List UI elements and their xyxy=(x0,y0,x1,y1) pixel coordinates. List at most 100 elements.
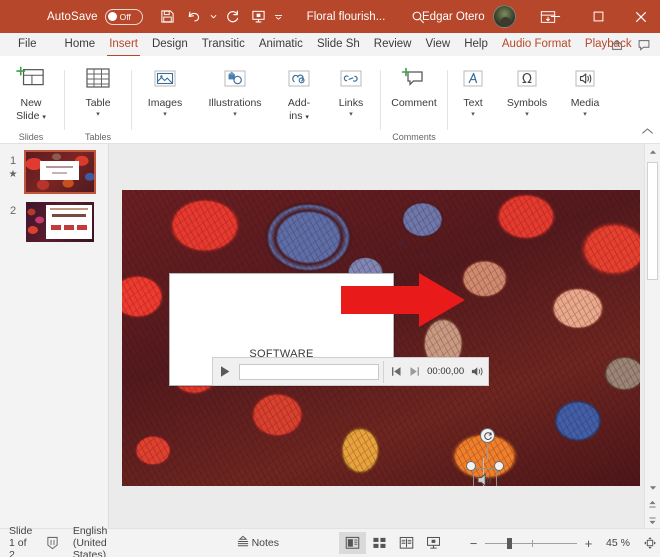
autosave-knob xyxy=(107,12,117,21)
collapse-ribbon-icon[interactable] xyxy=(641,127,654,139)
scrollbar-thumb[interactable] xyxy=(647,162,658,280)
accessibility-checker-icon[interactable] xyxy=(46,536,59,550)
language-label[interactable]: English (United States) xyxy=(73,525,122,557)
slide-thumbnail-panel[interactable]: 1 ★ 2 xyxy=(0,144,109,528)
new-slide-label-2: Slide ▾ xyxy=(16,109,46,122)
tab-file[interactable]: File xyxy=(11,34,44,56)
redo-icon[interactable] xyxy=(220,4,246,30)
illustrations-button[interactable]: Illustrations ▾ xyxy=(196,60,274,120)
comment-button[interactable]: Comment xyxy=(383,60,445,110)
text-button[interactable]: Text ▾ xyxy=(450,60,496,120)
view-reading[interactable] xyxy=(393,532,420,554)
view-normal[interactable] xyxy=(339,532,366,554)
view-slideshow[interactable] xyxy=(420,532,447,554)
symbols-label: Symbols xyxy=(506,97,548,109)
thumbnail-item-1[interactable]: 1 ★ xyxy=(0,150,108,194)
move-forward-button[interactable] xyxy=(406,366,424,377)
slide-stage[interactable]: SOFTWARE 00:00,00 xyxy=(109,144,660,528)
zoom-slider[interactable] xyxy=(485,537,577,549)
zoom-level-label[interactable]: 45 % xyxy=(606,537,640,549)
save-icon[interactable] xyxy=(155,4,181,30)
scrollbar-bottom-controls xyxy=(645,480,660,528)
next-slide-button[interactable] xyxy=(645,512,660,528)
ribbon-group-label-slides: Slides xyxy=(18,132,44,142)
play-button[interactable] xyxy=(213,365,237,378)
tab-audio-format[interactable]: Audio Format xyxy=(495,34,578,56)
autosave-toggle[interactable]: Off xyxy=(104,8,143,25)
autosave-label: AutoSave xyxy=(47,10,98,23)
symbols-icon: Ω xyxy=(511,63,543,95)
start-presentation-icon[interactable] xyxy=(246,4,272,30)
tab-animations[interactable]: Animatiс xyxy=(252,34,310,56)
move-back-button[interactable] xyxy=(388,366,406,377)
customize-quick-access-icon[interactable] xyxy=(272,4,285,30)
resize-handle-top-left[interactable] xyxy=(466,461,476,471)
add-ins-button[interactable]: Add- ins ▾ xyxy=(274,60,324,124)
table-label: Table xyxy=(85,97,111,109)
minimize-button[interactable] xyxy=(535,0,576,33)
tab-home[interactable]: Home xyxy=(58,34,103,56)
tab-slide-show[interactable]: Slide Sh xyxy=(310,34,367,56)
zoom-out-button[interactable]: − xyxy=(465,536,482,551)
scroll-up-button[interactable] xyxy=(645,144,660,160)
new-slide-button[interactable]: New Slide ▾ xyxy=(0,60,62,124)
zoom-in-button[interactable]: + xyxy=(580,536,597,551)
title-bar: AutoSave Off Floral flourish... Edgar Ot… xyxy=(0,0,660,33)
media-playbar[interactable]: 00:00,00 xyxy=(212,357,489,386)
table-caret-icon[interactable]: ▾ xyxy=(96,110,100,120)
thumbnail-item-2[interactable]: 2 xyxy=(0,202,108,242)
share-icon[interactable] xyxy=(604,35,629,55)
comments-icon[interactable] xyxy=(631,35,656,55)
tab-view[interactable]: View xyxy=(419,34,458,56)
undo-dropdown-caret-icon[interactable] xyxy=(207,4,220,30)
ribbon: New Slide ▾ Slides Table ▾ Tables Images… xyxy=(0,56,660,144)
links-button[interactable]: Links ▾ xyxy=(324,60,378,120)
scroll-down-button[interactable] xyxy=(645,480,660,496)
user-name[interactable]: Edgar Otero xyxy=(422,11,485,23)
media-button[interactable]: Media ▾ xyxy=(558,60,612,120)
media-caret-icon[interactable]: ▾ xyxy=(583,110,587,120)
fit-slide-to-window-icon[interactable] xyxy=(640,536,660,550)
illustrations-caret-icon[interactable]: ▾ xyxy=(233,110,237,120)
notes-button[interactable]: Notes xyxy=(236,535,279,551)
vertical-scrollbar[interactable] xyxy=(644,144,660,528)
resize-handle-top-right[interactable] xyxy=(494,461,504,471)
symbols-button[interactable]: Ω Symbols ▾ xyxy=(496,60,558,120)
ribbon-group-separator xyxy=(380,69,381,130)
tab-transitions[interactable]: Transitic xyxy=(195,34,252,56)
view-slide-sorter[interactable] xyxy=(366,532,393,554)
playback-progress-track[interactable] xyxy=(239,363,380,380)
ribbon-group-separator xyxy=(64,69,65,130)
ribbon-group-text-media: Text ▾ Ω Symbols ▾ Media ▾ xyxy=(450,56,612,144)
tab-design[interactable]: Design xyxy=(145,34,195,56)
audio-speaker-object[interactable] xyxy=(466,428,504,486)
main-area: 1 ★ 2 SOFTWARE 00:00,00 xyxy=(0,144,660,528)
notes-label: Notes xyxy=(251,537,279,549)
slide-canvas[interactable]: SOFTWARE 00:00,00 xyxy=(122,190,640,486)
add-ins-label-1: Add- xyxy=(287,97,311,109)
links-caret-icon[interactable]: ▾ xyxy=(349,110,353,120)
document-title[interactable]: Floral flourish... xyxy=(307,11,386,23)
table-button[interactable]: Table ▾ xyxy=(67,60,129,120)
rotate-handle[interactable] xyxy=(480,428,495,443)
close-button[interactable] xyxy=(620,0,660,33)
tab-help[interactable]: Help xyxy=(457,34,495,56)
speaker-icon xyxy=(473,468,497,486)
avatar[interactable] xyxy=(493,5,516,28)
slide-thumbnail-1[interactable] xyxy=(24,150,96,194)
text-caret-icon[interactable]: ▾ xyxy=(471,110,475,120)
images-button[interactable]: Images ▾ xyxy=(134,60,196,120)
zoom-slider-midpoint xyxy=(532,539,533,547)
images-caret-icon[interactable]: ▾ xyxy=(163,110,167,120)
zoom-slider-knob[interactable] xyxy=(507,537,512,549)
maximize-button[interactable] xyxy=(578,0,619,33)
tab-review[interactable]: Review xyxy=(367,34,419,56)
undo-icon[interactable] xyxy=(181,4,207,30)
slide-thumbnail-2[interactable] xyxy=(26,202,94,242)
symbols-caret-icon[interactable]: ▾ xyxy=(525,110,529,120)
volume-button[interactable] xyxy=(467,365,488,378)
svg-text:Ω: Ω xyxy=(522,72,532,87)
tab-insert[interactable]: Insert xyxy=(102,34,145,57)
slide-count-label[interactable]: Slide 1 of 2 xyxy=(9,525,33,557)
previous-slide-button[interactable] xyxy=(645,496,660,512)
